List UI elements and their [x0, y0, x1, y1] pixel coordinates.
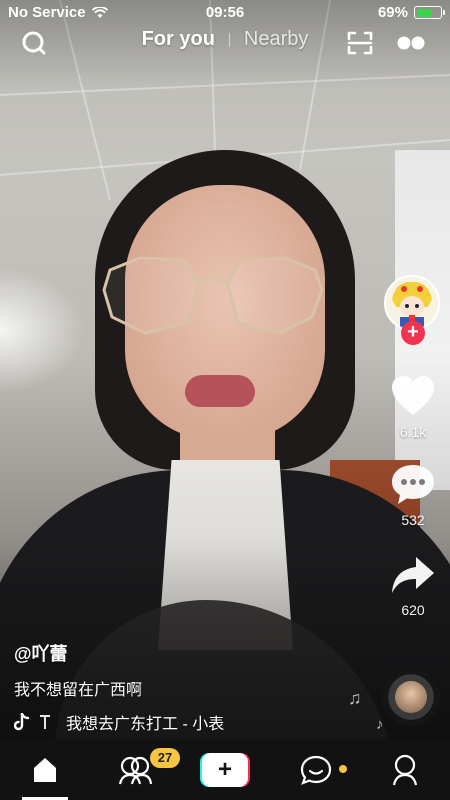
comment-group[interactable]: 532 — [380, 463, 446, 528]
scan-button[interactable] — [344, 28, 376, 58]
scan-icon — [347, 31, 373, 55]
video-caption: @吖蕾 我不想留在广西啊 我想去广东打工 - 小表 — [14, 640, 354, 734]
music-row[interactable]: 我想去广东打工 - 小表 — [14, 710, 354, 734]
follow-button[interactable]: + — [401, 321, 425, 345]
like-count: 6.1k — [399, 424, 427, 440]
share-count: 620 — [401, 602, 425, 618]
dual-dots-icon — [397, 36, 425, 50]
create-button[interactable]: + — [200, 753, 250, 787]
friends-badge: 27 — [150, 748, 180, 768]
music-marquee-icon — [40, 715, 50, 729]
top-nav: For you Nearby — [0, 26, 450, 60]
bottom-nav: 27 + — [0, 740, 450, 800]
like-group[interactable]: 6.1k — [380, 375, 446, 440]
profile-icon — [392, 754, 418, 786]
messages-notification-dot — [339, 765, 347, 773]
live-button[interactable] — [394, 28, 428, 58]
tab-nearby[interactable]: Nearby — [230, 28, 322, 51]
video-description: 我不想留在广西啊 — [14, 682, 143, 699]
friends-icon — [118, 756, 152, 785]
share-arrow-icon[interactable] — [390, 555, 436, 595]
comment-count: 532 — [401, 512, 425, 528]
tab-for-you[interactable]: For you — [128, 28, 229, 51]
video-feed-screen[interactable]: No Service 09:56 69% For you Nearby + 6.… — [0, 0, 450, 800]
status-right: 69% — [377, 4, 445, 21]
message-bubble-icon — [300, 755, 332, 785]
status-bar: No Service 09:56 69% — [0, 0, 450, 26]
nav-profile[interactable] — [385, 740, 425, 800]
music-note-small-icon: ♪ — [376, 716, 384, 733]
music-disc-cover — [395, 681, 427, 713]
comment-icon[interactable] — [390, 463, 436, 505]
glasses — [102, 256, 324, 335]
share-group[interactable]: 620 — [380, 555, 446, 618]
creator-avatar-group[interactable]: + — [384, 275, 442, 345]
home-icon — [34, 758, 56, 782]
tiktok-note-icon — [14, 713, 30, 731]
person-lips — [185, 375, 255, 407]
plus-icon: + — [202, 753, 248, 787]
nav-home[interactable] — [22, 740, 68, 800]
music-title: 我想去广东打工 - 小表 — [66, 716, 225, 733]
music-note-icon: ♫ — [348, 688, 362, 708]
music-disc[interactable] — [382, 668, 440, 726]
battery-icon — [414, 6, 445, 19]
nav-messages[interactable] — [296, 740, 336, 800]
battery-level-fill — [416, 8, 433, 17]
nav-friends[interactable] — [112, 740, 158, 800]
creator-username[interactable]: @吖蕾 — [14, 640, 354, 666]
feed-tabs: For you Nearby — [0, 28, 450, 51]
heart-icon[interactable] — [390, 375, 436, 417]
battery-percent: 69% — [377, 4, 408, 21]
